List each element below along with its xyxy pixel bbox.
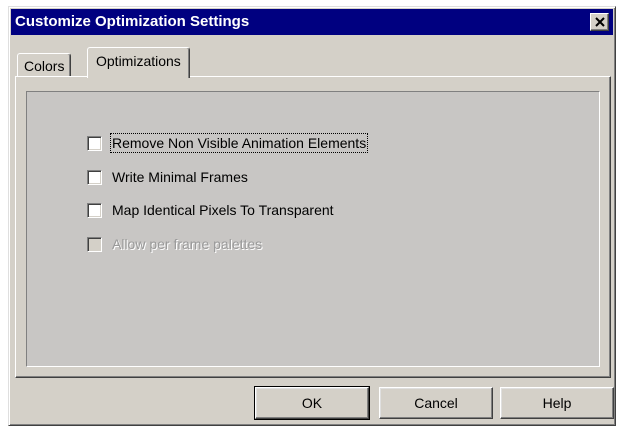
- title-bar: Customize Optimization Settings: [11, 9, 613, 35]
- checkbox-remove-non-visible[interactable]: [87, 135, 102, 151]
- tab-panel-optimizations: Remove Non Visible Animation Elements Wr…: [15, 76, 611, 378]
- help-button[interactable]: Help: [500, 387, 614, 419]
- option-map-identical-pixels-label: Map Identical Pixels To Transparent: [112, 202, 334, 218]
- option-write-minimal-frames-label: Write Minimal Frames: [112, 169, 248, 185]
- cancel-button[interactable]: Cancel: [379, 387, 493, 419]
- window-title: Customize Optimization Settings: [15, 13, 250, 30]
- option-remove-non-visible[interactable]: Remove Non Visible Animation Elements: [87, 133, 369, 153]
- option-remove-non-visible-label: Remove Non Visible Animation Elements: [109, 133, 369, 153]
- close-button[interactable]: [590, 13, 609, 31]
- checkbox-per-frame-palettes: [87, 236, 102, 252]
- tab-colors-label: Colors: [24, 58, 65, 74]
- option-write-minimal-frames[interactable]: Write Minimal Frames: [87, 167, 248, 187]
- checkbox-write-minimal-frames[interactable]: [87, 169, 102, 185]
- dialog-window: Customize Optimization Settings Colors O…: [8, 6, 616, 426]
- option-per-frame-palettes-label: Allow per frame palettes: [112, 236, 263, 252]
- tab-optimizations-label: Optimizations: [96, 53, 181, 69]
- options-group: Remove Non Visible Animation Elements Wr…: [26, 91, 600, 367]
- option-map-identical-pixels[interactable]: Map Identical Pixels To Transparent: [87, 200, 334, 220]
- checkbox-map-identical-pixels[interactable]: [87, 202, 102, 218]
- tab-optimizations[interactable]: Optimizations: [87, 47, 190, 78]
- ok-button[interactable]: OK: [254, 386, 370, 420]
- close-icon: [595, 17, 605, 27]
- option-per-frame-palettes: Allow per frame palettes: [87, 234, 262, 254]
- tab-colors[interactable]: Colors: [17, 53, 72, 76]
